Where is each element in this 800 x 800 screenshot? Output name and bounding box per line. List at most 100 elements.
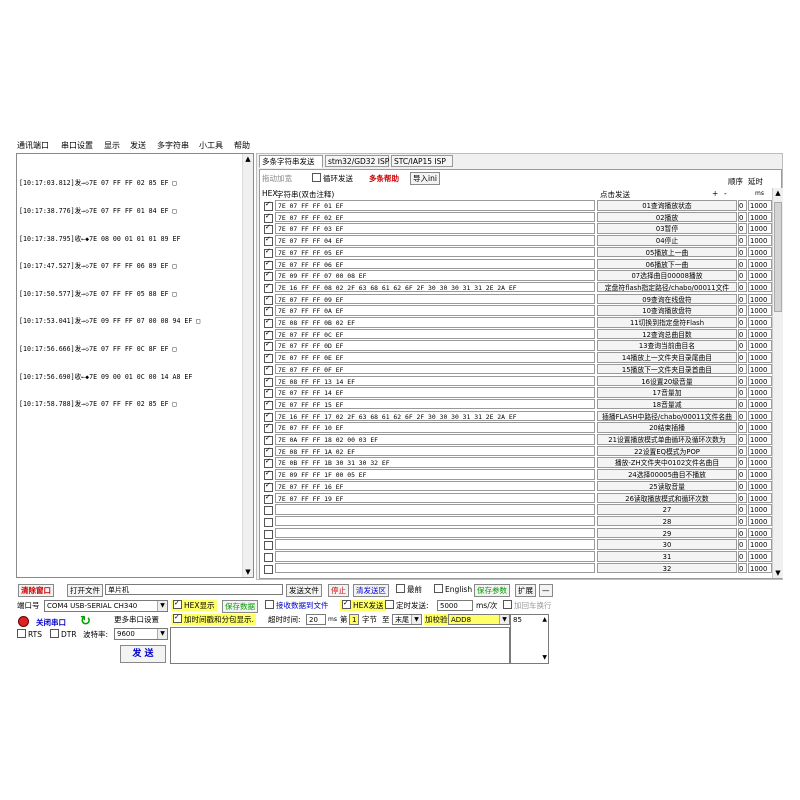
string-input[interactable]: 7E 07 FF FF 0C EF <box>275 328 595 340</box>
click-send-button[interactable]: 13查询当前曲目名 <box>597 340 737 351</box>
string-input[interactable] <box>275 515 595 527</box>
send-file-button[interactable]: 发送文件 <box>286 584 322 597</box>
clear-send-button[interactable]: 清发送区 <box>353 584 389 597</box>
hex-checkbox[interactable] <box>264 223 273 235</box>
order-input[interactable]: 0 <box>738 352 747 363</box>
hex-checkbox[interactable] <box>264 564 273 574</box>
hex-checkbox[interactable] <box>264 506 273 516</box>
hex-display-checkbox[interactable] <box>173 598 182 609</box>
delay-input[interactable]: 1000 <box>748 492 772 503</box>
send-textarea[interactable]: 85 ▲ ▼ <box>510 614 549 664</box>
hex-checkbox[interactable] <box>264 282 273 293</box>
click-send-button[interactable]: 播放-ZH文件夹中0102文件名曲目 <box>597 457 737 468</box>
hex-checkbox[interactable] <box>264 422 273 434</box>
dtr-checkbox[interactable] <box>50 629 59 638</box>
order-input[interactable]: 0 <box>738 504 747 515</box>
add-enter-checkbox[interactable] <box>503 600 512 609</box>
order-input[interactable]: 0 <box>738 480 747 492</box>
recv-to-file-checkbox[interactable] <box>265 600 274 609</box>
click-send-button[interactable]: 03暂停 <box>597 223 737 234</box>
hex-checkbox[interactable] <box>264 259 273 270</box>
hex-checkbox[interactable] <box>264 317 273 328</box>
collapse-button[interactable]: — <box>539 584 553 597</box>
delay-input[interactable]: 1000 <box>748 281 772 293</box>
delay-input[interactable]: 1000 <box>748 434 772 445</box>
port-select[interactable]: COM4 USB-SERIAL CH340 ▼ <box>44 600 168 612</box>
click-send-button[interactable]: 14播放上一文件夹目录尾曲目 <box>597 352 737 363</box>
click-send-button[interactable]: 插播FLASH中路径/chabo/00011文件名曲 <box>597 410 737 422</box>
order-input[interactable]: 0 <box>738 211 747 223</box>
hex-checkbox[interactable] <box>264 387 273 399</box>
delay-input[interactable]: 1000 <box>748 504 772 515</box>
order-input[interactable]: 0 <box>738 200 747 211</box>
hex-checkbox[interactable] <box>264 376 273 387</box>
loop-send-checkbox[interactable] <box>312 173 321 182</box>
hex-checkbox[interactable] <box>264 434 273 445</box>
hex-checkbox[interactable] <box>264 399 273 410</box>
chevron-down-icon[interactable]: ▼ <box>411 615 421 624</box>
delay-input[interactable]: 1000 <box>748 352 772 363</box>
menu-item-port[interactable]: 通讯端口 <box>17 140 49 151</box>
order-input[interactable]: 0 <box>738 527 747 539</box>
refresh-icon[interactable]: ↻ <box>80 615 91 628</box>
string-input[interactable]: 7E 16 FF FF 17 02 2F 63 68 61 62 6F 2F 3… <box>275 410 595 422</box>
save-data-button[interactable]: 保存数据 <box>222 600 258 613</box>
hex-checkbox[interactable] <box>264 493 273 504</box>
click-send-button[interactable]: 17音量加 <box>597 387 737 398</box>
menu-item-tools[interactable]: 小工具 <box>199 140 223 151</box>
string-input[interactable] <box>275 551 595 562</box>
click-send-button[interactable]: 09查询在线盘符 <box>597 293 737 305</box>
hex-checkbox[interactable] <box>264 469 273 481</box>
hex-checkbox[interactable] <box>264 294 273 305</box>
hex-checkbox[interactable] <box>264 305 273 317</box>
scroll-down-icon[interactable]: ▼ <box>773 568 783 578</box>
hex-send-checkbox[interactable] <box>342 598 351 609</box>
delay-input[interactable]: 1000 <box>748 422 772 433</box>
string-input[interactable]: 7E 0B FF FF 1B 30 31 30 32 EF <box>275 457 595 468</box>
click-send-button[interactable]: 02播放 <box>597 211 737 223</box>
order-input[interactable]: 0 <box>738 270 747 281</box>
order-input[interactable]: 0 <box>738 422 747 433</box>
scroll-up-icon[interactable]: ▲ <box>773 188 783 198</box>
string-input[interactable]: 7E 07 FF FF 05 EF <box>275 246 595 258</box>
dtr-option[interactable]: DTR <box>50 629 77 640</box>
topmost-option[interactable]: 最前 <box>396 584 422 595</box>
string-input[interactable]: 7E 07 FF FF 0E EF <box>275 352 595 363</box>
rts-option[interactable]: RTS <box>17 629 42 640</box>
string-input[interactable] <box>275 539 595 550</box>
order-input[interactable]: 0 <box>738 398 747 410</box>
scroll-thumb[interactable] <box>774 202 782 312</box>
delay-input[interactable]: 1000 <box>748 480 772 492</box>
plus-button[interactable]: + <box>712 189 718 198</box>
click-send-button[interactable]: 27 <box>597 504 737 515</box>
hex-checkbox[interactable] <box>264 446 273 457</box>
baud-select[interactable]: 9600 ▼ <box>114 628 168 640</box>
delay-input[interactable]: 1000 <box>748 551 772 562</box>
order-input[interactable]: 0 <box>738 317 747 328</box>
string-input[interactable]: 7E 07 FF FF 19 EF <box>275 492 595 503</box>
click-send-button[interactable]: 04停止 <box>597 235 737 246</box>
order-input[interactable]: 0 <box>738 246 747 258</box>
click-send-button[interactable]: 30 <box>597 539 737 550</box>
hex-checkbox[interactable] <box>264 541 273 551</box>
click-send-button[interactable]: 21设置播放模式单曲循环及循环次数为 <box>597 434 737 445</box>
order-input[interactable]: 0 <box>738 387 747 398</box>
order-input[interactable]: 0 <box>738 551 747 562</box>
delay-input[interactable]: 1000 <box>748 387 772 398</box>
send-area-extension[interactable] <box>170 627 510 664</box>
scroll-up-icon[interactable]: ▲ <box>542 615 547 625</box>
delay-input[interactable]: 1000 <box>748 457 772 468</box>
string-input[interactable]: 7E 08 FF FF 0B 02 EF <box>275 317 595 328</box>
string-input[interactable]: 7E 07 FF FF 0F EF <box>275 363 595 375</box>
click-send-button[interactable]: 32 <box>597 562 737 574</box>
menu-item-send[interactable]: 发送 <box>130 140 146 151</box>
delay-input[interactable]: 1000 <box>748 293 772 305</box>
open-file-button[interactable]: 打开文件 <box>67 584 103 597</box>
delay-input[interactable]: 1000 <box>748 246 772 258</box>
list-scrollbar[interactable]: ▲ ▼ <box>772 188 783 578</box>
click-send-button[interactable]: 07选择曲目00008播放 <box>597 270 737 281</box>
order-input[interactable]: 0 <box>738 375 747 386</box>
string-input[interactable]: 7E 07 FF FF 15 EF <box>275 398 595 410</box>
string-input[interactable]: 7E 07 FF FF 0D EF <box>275 340 595 351</box>
string-input[interactable]: 7E 07 FF FF 16 EF <box>275 480 595 492</box>
